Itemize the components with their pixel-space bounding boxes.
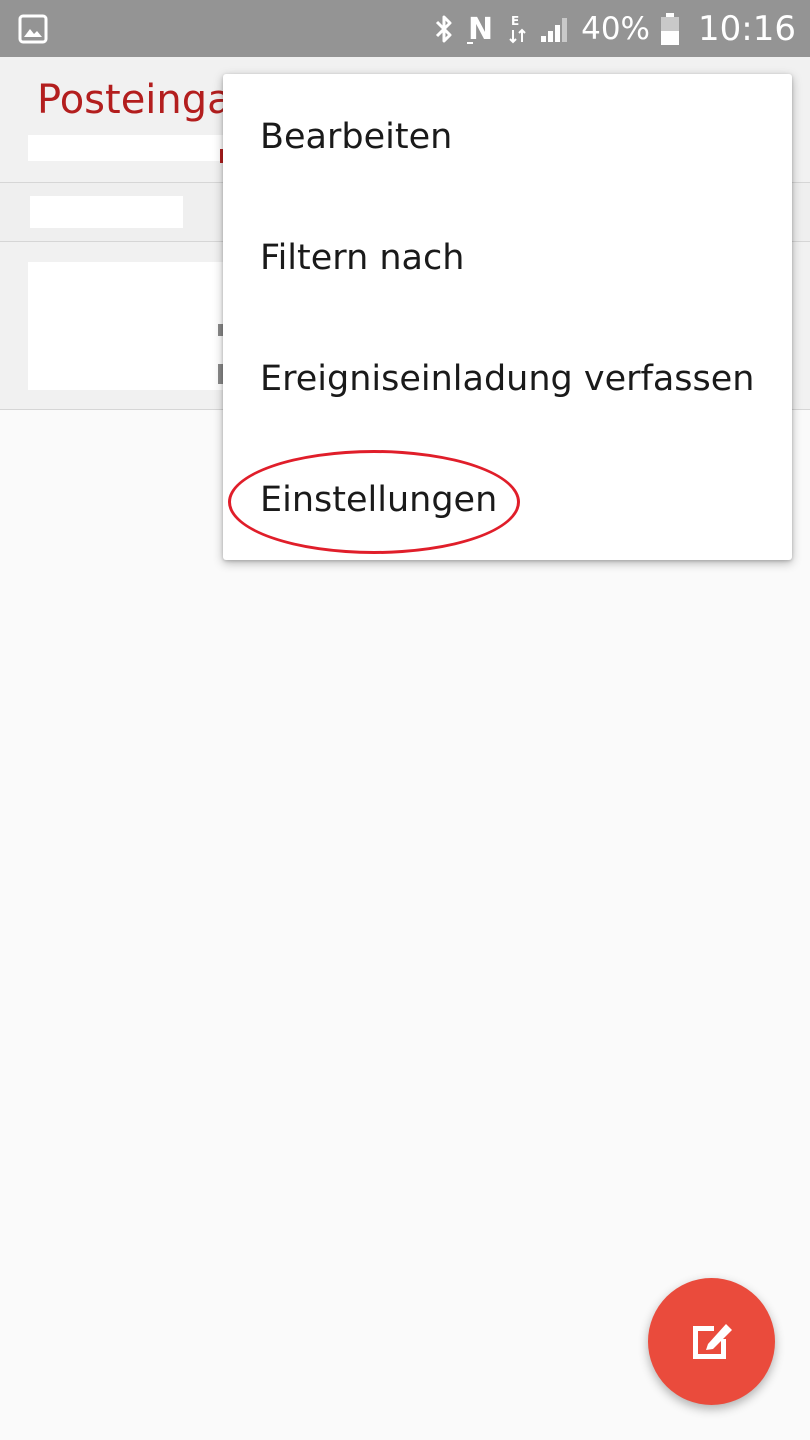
signal-icon bbox=[539, 14, 571, 44]
page-title: Posteinga bbox=[37, 77, 232, 123]
status-icons: N E 40% 10:16 bbox=[433, 0, 796, 57]
compose-icon bbox=[688, 1316, 736, 1368]
nfc-icon: N bbox=[465, 12, 497, 46]
menu-item-edit[interactable]: Bearbeiten bbox=[223, 76, 792, 197]
svg-text:N: N bbox=[468, 12, 493, 46]
status-bar: N E 40% 10:16 bbox=[0, 0, 810, 57]
redacted-filter-label bbox=[30, 196, 183, 228]
clock: 10:16 bbox=[698, 8, 796, 49]
bluetooth-icon bbox=[433, 13, 455, 45]
overflow-menu: Bearbeiten Filtern nach Ereigniseinladun… bbox=[223, 74, 792, 560]
data-transfer-icon: E bbox=[507, 12, 529, 46]
battery-icon bbox=[660, 12, 680, 46]
menu-item-settings[interactable]: Einstellungen bbox=[223, 439, 792, 560]
redacted-account-name bbox=[28, 135, 223, 161]
menu-item-filter-by[interactable]: Filtern nach bbox=[223, 197, 792, 318]
menu-item-compose-event-invite[interactable]: Ereigniseinladung verfassen bbox=[223, 318, 792, 439]
redacted-mail-preview bbox=[28, 262, 228, 390]
compose-button[interactable] bbox=[648, 1278, 775, 1405]
svg-text:E: E bbox=[511, 14, 519, 28]
gallery-icon bbox=[18, 14, 48, 44]
battery-percent: 40% bbox=[581, 10, 651, 47]
